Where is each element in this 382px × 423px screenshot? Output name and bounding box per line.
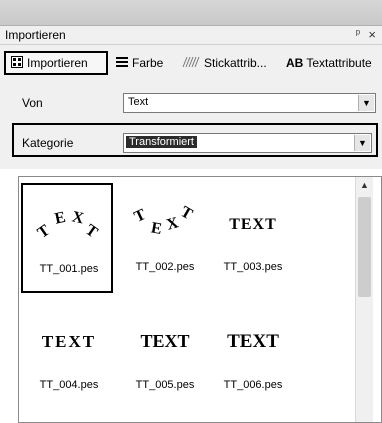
file-thumb-tt004[interactable]: TEXT TT_004.pes — [23, 301, 115, 411]
window-top-strip — [0, 0, 382, 26]
svg-text:TEXT: TEXT — [140, 331, 189, 351]
von-select[interactable]: Text ▼ — [123, 93, 376, 113]
import-grid-icon — [11, 55, 23, 71]
file-thumb-tt005[interactable]: TEXT TT_005.pes — [119, 301, 211, 411]
file-name: TT_001.pes — [39, 263, 99, 275]
file-thumb-tt001[interactable]: T E X T TT_001.pes — [21, 183, 113, 293]
svg-text:TEXT: TEXT — [229, 216, 277, 233]
svg-text:E: E — [53, 209, 67, 228]
tab-label: Importieren — [27, 56, 88, 70]
tab-label: Farbe — [132, 56, 164, 70]
panel-title-bar: Importieren ᵖ × — [0, 26, 382, 45]
chevron-up-icon[interactable]: ▲ — [356, 177, 373, 194]
svg-text:X: X — [70, 208, 85, 227]
tab-label: Textattribute — [306, 56, 372, 70]
von-value: Text — [128, 96, 149, 108]
file-name: TT_004.pes — [39, 379, 99, 391]
panel-title: Importieren — [5, 28, 66, 42]
von-label: Von — [22, 96, 43, 110]
bold-text-preview: TEXT — [140, 331, 189, 351]
file-name: TT_003.pes — [223, 261, 283, 273]
tab-textattribute[interactable]: AB Textattribute — [286, 51, 372, 75]
tab-row: Importieren Farbe Stickattrib... AB Text… — [0, 45, 382, 81]
svg-text:E: E — [150, 219, 163, 238]
file-name: TT_006.pes — [223, 379, 283, 391]
tab-label: Stickattrib... — [204, 56, 267, 70]
color-bars-icon — [116, 56, 128, 71]
tab-importieren[interactable]: Importieren — [4, 51, 108, 75]
kategorie-highlight — [12, 123, 378, 157]
wave-text-preview: T E X T — [132, 203, 196, 238]
svg-text:T: T — [35, 222, 54, 242]
chevron-down-icon[interactable]: ▼ — [358, 95, 374, 111]
file-name: TT_002.pes — [135, 261, 195, 273]
file-name: TT_005.pes — [135, 379, 195, 391]
flat-text-preview: TEXT — [229, 216, 277, 233]
close-icon[interactable]: × — [368, 27, 376, 42]
heavy-text-preview: TEXT — [227, 331, 279, 352]
svg-text:TEXT: TEXT — [42, 332, 96, 351]
stitch-icon — [182, 56, 200, 71]
file-thumb-tt003[interactable]: TEXT TT_003.pes — [207, 183, 299, 293]
arch-text-preview: T E X T — [35, 208, 101, 242]
ab-text-icon: AB — [286, 56, 304, 70]
tab-stickattribute[interactable]: Stickattrib... — [182, 51, 267, 75]
svg-text:T: T — [132, 206, 149, 226]
svg-text:T: T — [82, 221, 101, 241]
svg-text:T: T — [178, 203, 196, 223]
pin-icon[interactable]: ᵖ — [356, 28, 360, 40]
tab-farbe[interactable]: Farbe — [116, 51, 163, 75]
file-thumb-tt002[interactable]: T E X T TT_002.pes — [119, 183, 211, 293]
wide-text-preview: TEXT — [42, 332, 96, 351]
svg-text:TEXT: TEXT — [227, 331, 279, 352]
file-thumb-tt006[interactable]: TEXT TT_006.pes — [207, 301, 299, 411]
vertical-scrollbar[interactable]: ▲ — [355, 177, 373, 422]
file-browser: T E X T TT_001.pes T E X T TT_002.pes TE… — [18, 176, 382, 423]
scroll-thumb[interactable] — [358, 197, 371, 297]
